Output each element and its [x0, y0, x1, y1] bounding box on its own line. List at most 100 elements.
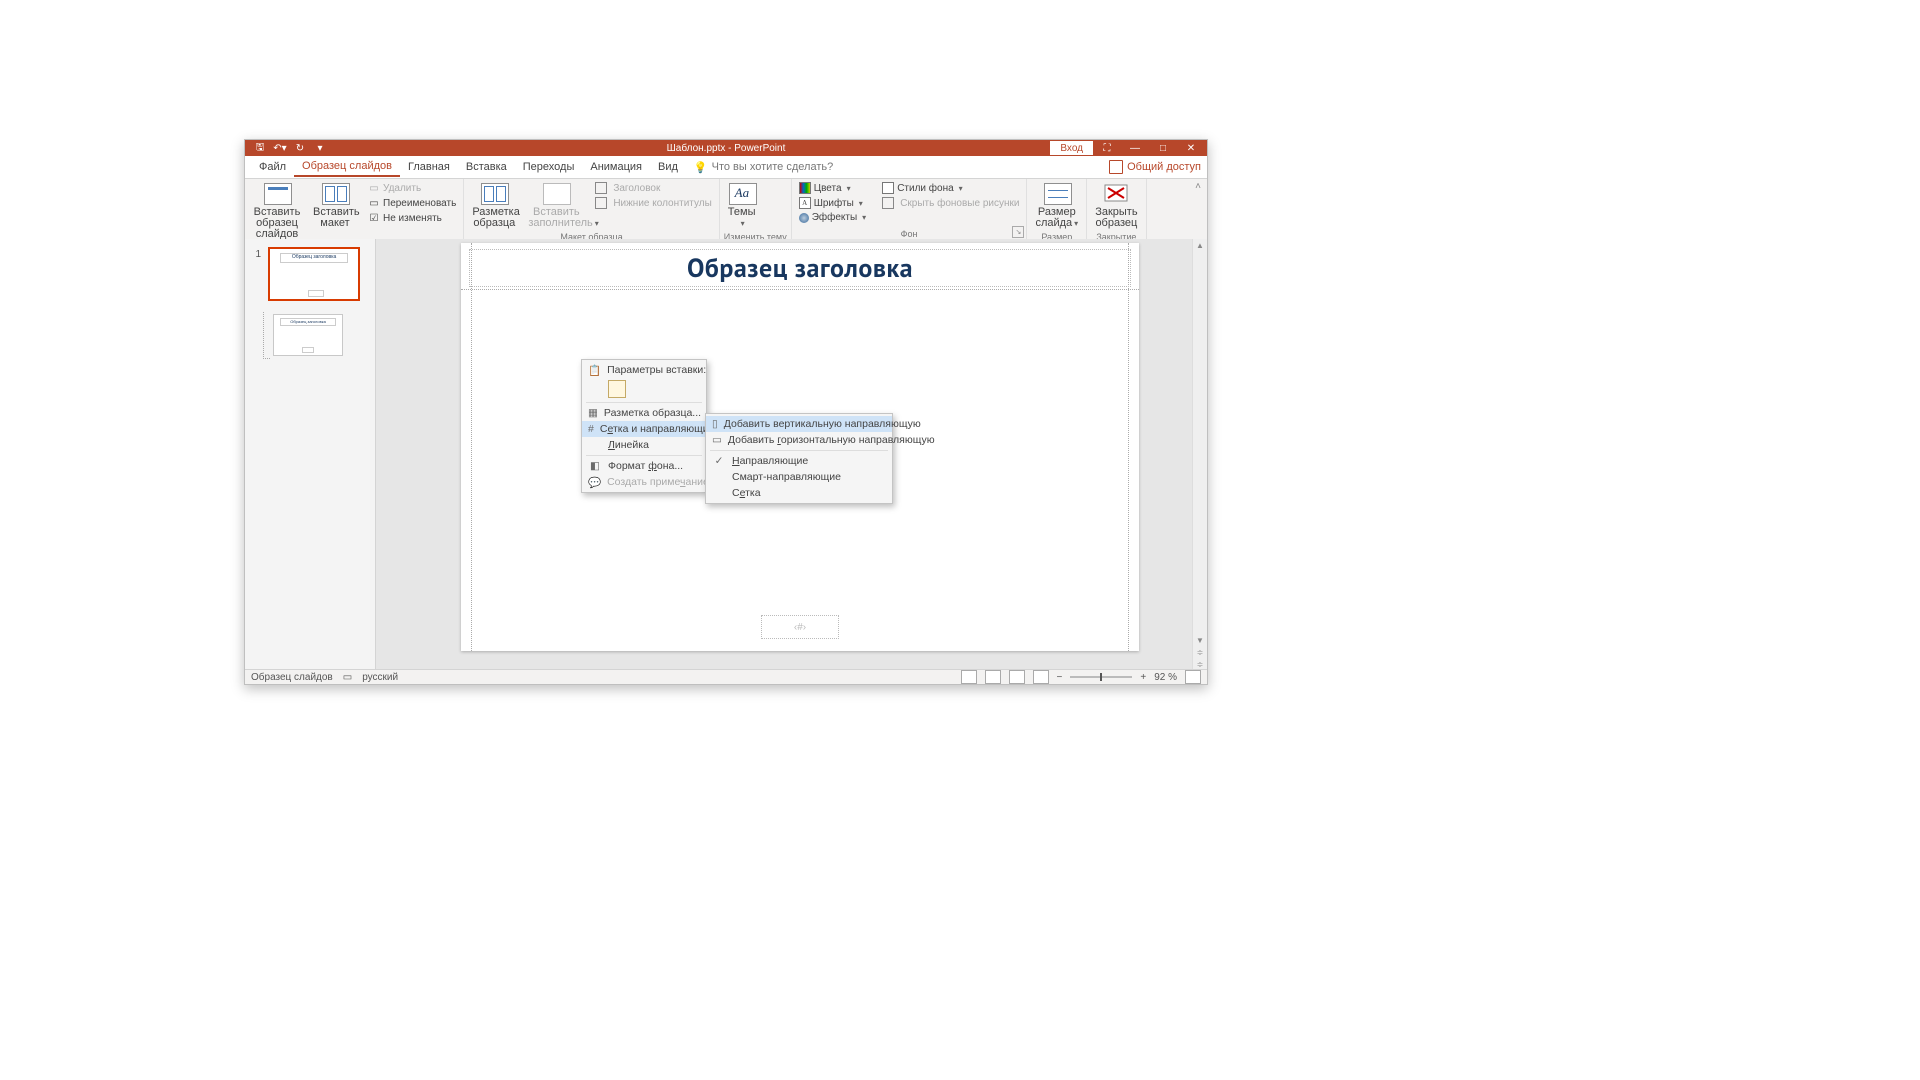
- title-placeholder[interactable]: Образец заголовка: [469, 249, 1131, 287]
- rename-button[interactable]: ▭Переименовать: [365, 196, 459, 210]
- insert-layout-button[interactable]: Вставить макет: [309, 181, 361, 231]
- tab-insert[interactable]: Вставка: [458, 158, 515, 176]
- vertical-scrollbar[interactable]: ▲ ▼ ≑ ≑: [1192, 239, 1207, 670]
- minimize-button[interactable]: —: [1121, 140, 1149, 156]
- scroll-track[interactable]: [1193, 251, 1207, 634]
- save-icon[interactable]: 🖫: [253, 141, 267, 155]
- status-language[interactable]: русский: [362, 672, 398, 683]
- preserve-label: Не изменять: [383, 213, 442, 224]
- colors-button[interactable]: Цвета▾: [796, 181, 869, 195]
- zoom-out-button[interactable]: −: [1057, 672, 1063, 683]
- themes-button[interactable]: Aa Темы▾: [724, 181, 760, 231]
- master-thumbnail[interactable]: Образец заголовка: [268, 247, 360, 301]
- thumb-number: 1: [251, 249, 261, 260]
- guide-vertical[interactable]: [471, 243, 472, 651]
- slide-number-placeholder[interactable]: ‹#›: [761, 615, 839, 639]
- fonts-button[interactable]: AШрифты▾: [796, 196, 869, 210]
- guide-vertical[interactable]: [1128, 243, 1129, 651]
- slide-size-label: Размерслайда▾: [1035, 207, 1078, 229]
- collapse-ribbon-button[interactable]: ˄: [1195, 181, 1201, 192]
- guide-horizontal[interactable]: [461, 289, 1139, 290]
- menu-master-layout[interactable]: ▦ Разметка образца...: [582, 405, 706, 421]
- tab-home[interactable]: Главная: [400, 158, 458, 176]
- menu-grid-and-guides[interactable]: # Сетка и направляющие... ▸: [582, 421, 706, 437]
- ribbon: Вставить образец слайдов Вставить макет …: [245, 179, 1207, 241]
- prev-slide-button[interactable]: ≑: [1193, 646, 1207, 658]
- paste-option-icon[interactable]: [608, 380, 626, 398]
- share-label: Общий доступ: [1127, 161, 1201, 173]
- reading-view-button[interactable]: [1009, 670, 1025, 684]
- rename-icon: ▭: [368, 197, 380, 209]
- normal-view-button[interactable]: [961, 670, 977, 684]
- submenu-smart-guides[interactable]: Смарт-направляющие: [706, 469, 892, 485]
- submenu-add-horizontal-label: Добавить горизонтальную направляющую: [728, 434, 935, 446]
- title-checkbox-label: Заголовок: [613, 183, 660, 194]
- thumbnail-pane[interactable]: 1 Образец заголовка Образец заголовка: [245, 239, 376, 670]
- quick-access-toolbar: 🖫 ↶▾ ↻ ▾: [245, 141, 327, 155]
- paste-icon: 📋: [588, 364, 601, 377]
- status-view-mode: Образец слайдов: [251, 672, 333, 683]
- delete-icon: ▭: [368, 182, 380, 194]
- hide-bg-checkbox: Скрыть фоновые рисунки: [879, 196, 1022, 210]
- insert-layout-label: Вставить макет: [313, 207, 357, 229]
- slideshow-view-button[interactable]: [1033, 670, 1049, 684]
- menu-separator: [586, 402, 702, 403]
- submenu-grid-label: Сетка: [732, 487, 761, 499]
- effects-label: Эффекты: [812, 212, 857, 223]
- tab-animation[interactable]: Анимация: [582, 158, 650, 176]
- submenu-grid-toggle[interactable]: Сетка: [706, 485, 892, 501]
- status-bar: Образец слайдов ▭ русский − + 92 %: [245, 669, 1207, 684]
- ribbon-group-edit-theme: Aa Темы▾ Изменить тему: [720, 179, 792, 240]
- undo-icon[interactable]: ↶▾: [273, 141, 287, 155]
- fit-to-window-button[interactable]: [1185, 670, 1201, 684]
- ribbon-display-options-icon[interactable]: ⛶: [1093, 140, 1121, 156]
- maximize-button[interactable]: □: [1149, 140, 1177, 156]
- tab-slide-master[interactable]: Образец слайдов: [294, 157, 400, 177]
- slide-size-button[interactable]: Размерслайда▾: [1031, 181, 1082, 231]
- effects-button[interactable]: Эффекты▾: [796, 211, 869, 224]
- tab-view[interactable]: Вид: [650, 158, 686, 176]
- redo-icon[interactable]: ↻: [293, 141, 307, 155]
- bg-dialog-launcher[interactable]: ↘: [1012, 226, 1024, 238]
- sign-in-button[interactable]: Вход: [1050, 141, 1093, 155]
- tab-file[interactable]: Файл: [251, 158, 294, 176]
- scroll-down-button[interactable]: ▼: [1193, 634, 1207, 646]
- preserve-button[interactable]: ☑Не изменять: [365, 211, 459, 225]
- submenu-add-vertical-guide[interactable]: ▯ Добавить вертикальную направляющую: [706, 416, 892, 432]
- themes-label: Темы▾: [728, 207, 756, 229]
- tab-transitions[interactable]: Переходы: [515, 158, 583, 176]
- share-button[interactable]: Общий доступ: [1109, 160, 1201, 174]
- ribbon-group-size: Размерслайда▾ Размер: [1027, 179, 1087, 240]
- slide-sorter-view-button[interactable]: [985, 670, 1001, 684]
- delete-button: ▭Удалить: [365, 181, 459, 195]
- submenu-guides-toggle[interactable]: ✓ Направляющие: [706, 453, 892, 469]
- submenu-smart-guides-label: Смарт-направляющие: [732, 471, 841, 483]
- insert-slide-master-button[interactable]: Вставить образец слайдов: [249, 181, 305, 242]
- close-master-button[interactable]: Закрытьобразец: [1091, 181, 1141, 231]
- editing-area[interactable]: Образец заголовка ‹#› 📋 Параметры вставк…: [376, 239, 1207, 670]
- zoom-slider-thumb[interactable]: [1100, 673, 1102, 681]
- vertical-guide-icon: ▯: [712, 418, 718, 430]
- close-window-button[interactable]: ✕: [1177, 140, 1205, 156]
- layout-thumbnail[interactable]: Образец заголовка: [273, 314, 343, 356]
- bg-styles-button[interactable]: Стили фона▾: [879, 181, 1022, 195]
- zoom-in-button[interactable]: +: [1140, 672, 1146, 683]
- master-layout-button[interactable]: Разметка образца: [468, 181, 520, 231]
- insert-placeholder-label: Вставитьзаполнитель▾: [528, 207, 584, 229]
- submenu-guides-label: Направляющие: [732, 455, 808, 467]
- layout-icon: ▦: [588, 407, 598, 419]
- horizontal-guide-icon: ▭: [712, 434, 722, 446]
- zoom-level[interactable]: 92 %: [1154, 672, 1177, 683]
- delete-label: Удалить: [383, 183, 421, 194]
- zoom-slider[interactable]: [1070, 676, 1132, 678]
- thumb-title: Образец заголовка: [280, 318, 336, 326]
- context-menu: 📋 Параметры вставки: ▦ Разметка образца.…: [581, 359, 707, 493]
- menu-format-background[interactable]: ◧ Формат фона...: [582, 458, 706, 474]
- hide-bg-label: Скрыть фоновые рисунки: [900, 198, 1019, 209]
- scroll-up-button[interactable]: ▲: [1193, 239, 1207, 251]
- submenu-add-horizontal-guide[interactable]: ▭ Добавить горизонтальную направляющую: [706, 432, 892, 448]
- tell-me-search[interactable]: 💡 Что вы хотите сделать?: [694, 161, 833, 174]
- menu-ruler[interactable]: Линейка: [582, 437, 706, 453]
- spellcheck-icon[interactable]: ▭: [343, 672, 352, 683]
- qat-more-icon[interactable]: ▾: [313, 141, 327, 155]
